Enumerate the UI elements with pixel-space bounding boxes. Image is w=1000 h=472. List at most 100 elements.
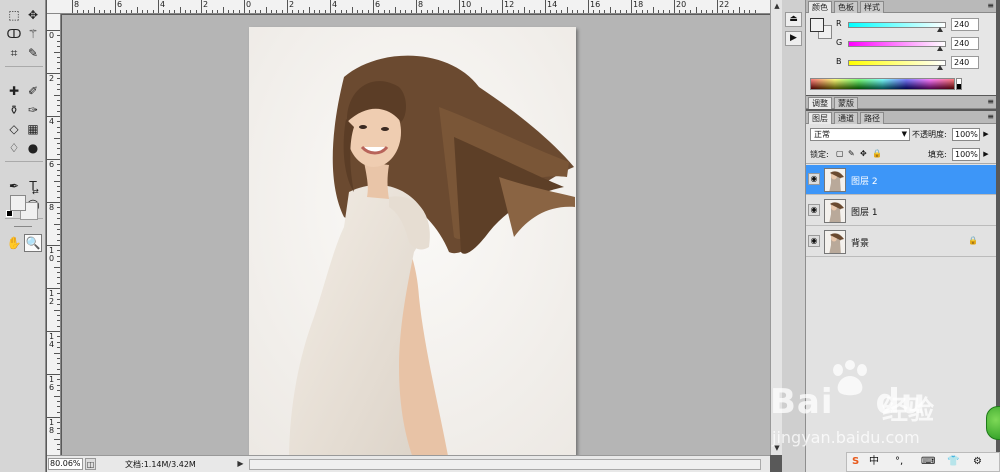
ime-item[interactable]: ⚙ bbox=[973, 456, 982, 468]
channel-slider[interactable] bbox=[848, 22, 946, 28]
blend-mode-select[interactable]: 正常 ▼ bbox=[810, 128, 910, 141]
opacity-arrow-icon[interactable]: ▶ bbox=[982, 128, 990, 141]
floating-green-badge[interactable] bbox=[986, 406, 1000, 440]
swap-colors-icon[interactable]: ⇄ bbox=[32, 187, 39, 196]
actions-panel-icon[interactable]: ▶ bbox=[785, 31, 802, 46]
gradient-tool-button[interactable]: ▦ bbox=[24, 120, 42, 138]
layer-name: 图层 1 bbox=[851, 208, 878, 218]
ruler-tick bbox=[684, 10, 686, 13]
visibility-eye-icon[interactable]: ◉ bbox=[808, 173, 820, 185]
foreground-color-swatch[interactable] bbox=[10, 195, 26, 211]
color-tab-0[interactable]: 颜色 bbox=[808, 1, 832, 13]
default-colors-icon[interactable] bbox=[6, 210, 13, 217]
status-menu-arrow-icon[interactable]: ▶ bbox=[235, 458, 246, 470]
ruler-tick bbox=[636, 10, 638, 13]
panel-menu-icon[interactable]: ≡ bbox=[987, 97, 994, 106]
ruler-tick bbox=[201, 0, 202, 13]
lock-position-icon[interactable]: ✥ bbox=[860, 149, 867, 158]
hand-tool-button[interactable]: ✋ bbox=[5, 234, 23, 252]
ruler-horizontal[interactable]: 8 6 4 2 0 2 4 6 8 10 12 14 16 18 20 22 bbox=[47, 0, 770, 14]
ime-item[interactable]: 中 bbox=[869, 456, 879, 468]
photoshop-window: ⬚✥ↀ⚚⌗✎✚✐⚱✑◇▦♢●✒T➤◯✋🔍 ⇄ 86420246810121416… bbox=[0, 0, 1000, 472]
layer-row[interactable]: ◉ 图层 2 bbox=[806, 165, 996, 195]
slider-thumb-icon[interactable] bbox=[937, 27, 944, 32]
lock-pixels-icon[interactable]: ✎ bbox=[848, 149, 855, 158]
layer-row[interactable]: ◉ 图层 1 bbox=[806, 196, 996, 226]
status-preview-icon[interactable]: ◫ bbox=[85, 458, 96, 470]
color-foreground-swatch[interactable] bbox=[810, 18, 824, 32]
eraser-tool-button[interactable]: ◇ bbox=[5, 120, 23, 138]
scroll-down-icon[interactable]: ▼ bbox=[772, 443, 782, 453]
ruler-tick bbox=[57, 229, 60, 230]
ruler-tick bbox=[426, 10, 428, 13]
fill-arrow-icon[interactable]: ▶ bbox=[982, 148, 990, 161]
blur-tool-button[interactable]: ♢ bbox=[5, 139, 23, 157]
crop-tool-button[interactable]: ⌗ bbox=[5, 44, 23, 62]
fill-field[interactable]: 100% bbox=[952, 148, 980, 161]
history-panel-icon[interactable]: ⏏ bbox=[785, 12, 802, 27]
adjust-tab-1[interactable]: 蒙版 bbox=[834, 97, 858, 109]
ruler-tick bbox=[314, 10, 315, 13]
marquee-tool-button[interactable]: ⬚ bbox=[5, 6, 23, 24]
visibility-eye-icon[interactable]: ◉ bbox=[808, 235, 820, 247]
panel-menu-icon[interactable]: ≡ bbox=[987, 112, 994, 121]
ime-item[interactable]: ⌨ bbox=[921, 456, 935, 468]
color-spectrum-bar[interactable] bbox=[810, 78, 955, 90]
lock-transparency-icon[interactable]: ▢ bbox=[836, 149, 844, 158]
channel-value-field[interactable]: 240 bbox=[951, 18, 979, 31]
zoom-level-field[interactable]: 80.06% bbox=[48, 458, 83, 470]
ruler-left-label: 0 bbox=[49, 31, 55, 40]
ime-item[interactable]: 👕 bbox=[947, 456, 959, 468]
clone-tool-button[interactable]: ⚱ bbox=[5, 101, 23, 119]
adjust-tab-0[interactable]: 调整 bbox=[808, 97, 832, 109]
layer-name: 图层 2 bbox=[851, 177, 878, 187]
brush-tool-button[interactable]: ✐ bbox=[24, 82, 42, 100]
ruler-tick bbox=[303, 10, 305, 13]
ruler-tick bbox=[115, 0, 116, 13]
tool-separator bbox=[5, 158, 43, 162]
color-spectrum-bw[interactable] bbox=[956, 78, 962, 90]
magic-wand-tool-button[interactable]: ⚚ bbox=[24, 25, 42, 43]
ruler-tick bbox=[727, 10, 729, 13]
lock-all-icon[interactable]: 🔒 bbox=[872, 149, 882, 158]
panel-menu-icon[interactable]: ≡ bbox=[987, 1, 994, 10]
ime-item[interactable]: °, bbox=[895, 456, 903, 468]
healing-tool-button[interactable]: ✚ bbox=[5, 82, 23, 100]
ruler-tick bbox=[57, 46, 60, 48]
layers-tab-2[interactable]: 路径 bbox=[860, 112, 884, 124]
horizontal-scrollbar[interactable] bbox=[249, 459, 761, 470]
channel-slider[interactable] bbox=[848, 41, 946, 47]
vertical-scrollbar[interactable]: ▲ ▼ bbox=[770, 0, 782, 455]
layers-tab-1[interactable]: 通道 bbox=[834, 112, 858, 124]
color-tab-1[interactable]: 色板 bbox=[834, 1, 858, 13]
scroll-up-icon[interactable]: ▲ bbox=[772, 1, 782, 11]
ruler-top-label: 4 bbox=[332, 0, 338, 9]
lasso-tool-button[interactable]: ↀ bbox=[5, 25, 23, 43]
channel-slider[interactable] bbox=[848, 60, 946, 66]
ruler-top-label: 14 bbox=[547, 0, 558, 9]
eyedropper-tool-button[interactable]: ✎ bbox=[24, 44, 42, 62]
history-brush-tool-button[interactable]: ✑ bbox=[24, 101, 42, 119]
ime-logo-icon[interactable]: S bbox=[852, 456, 859, 468]
ruler-top-label: 6 bbox=[375, 0, 381, 9]
document-canvas[interactable] bbox=[249, 27, 576, 461]
zoom-tool-button[interactable]: 🔍 bbox=[24, 234, 42, 252]
color-tab-2[interactable]: 样式 bbox=[860, 1, 884, 13]
dodge-tool-button[interactable]: ● bbox=[24, 139, 42, 157]
canvas-area[interactable] bbox=[62, 15, 770, 461]
ruler-top-label: 8 bbox=[74, 0, 80, 9]
slider-thumb-icon[interactable] bbox=[937, 46, 944, 51]
slider-thumb-icon[interactable] bbox=[937, 65, 944, 70]
layer-row[interactable]: ◉ 背景 🔒 bbox=[806, 227, 996, 257]
opacity-field[interactable]: 100% bbox=[952, 128, 980, 141]
layers-tab-0[interactable]: 图层 bbox=[808, 112, 832, 124]
ruler-tick bbox=[292, 10, 294, 13]
lasso-icon: ↀ bbox=[6, 27, 22, 41]
move-tool-button[interactable]: ✥ bbox=[24, 6, 42, 24]
channel-value-field[interactable]: 240 bbox=[951, 37, 979, 50]
channel-value-field[interactable]: 240 bbox=[951, 56, 979, 69]
visibility-eye-icon[interactable]: ◉ bbox=[808, 204, 820, 216]
ruler-vertical[interactable]: 0 2 4 6 8 1 0 1 2 1 4 1 6 1 8 bbox=[47, 14, 61, 455]
ruler-top-label: 18 bbox=[633, 0, 644, 9]
ruler-tick bbox=[641, 10, 643, 13]
